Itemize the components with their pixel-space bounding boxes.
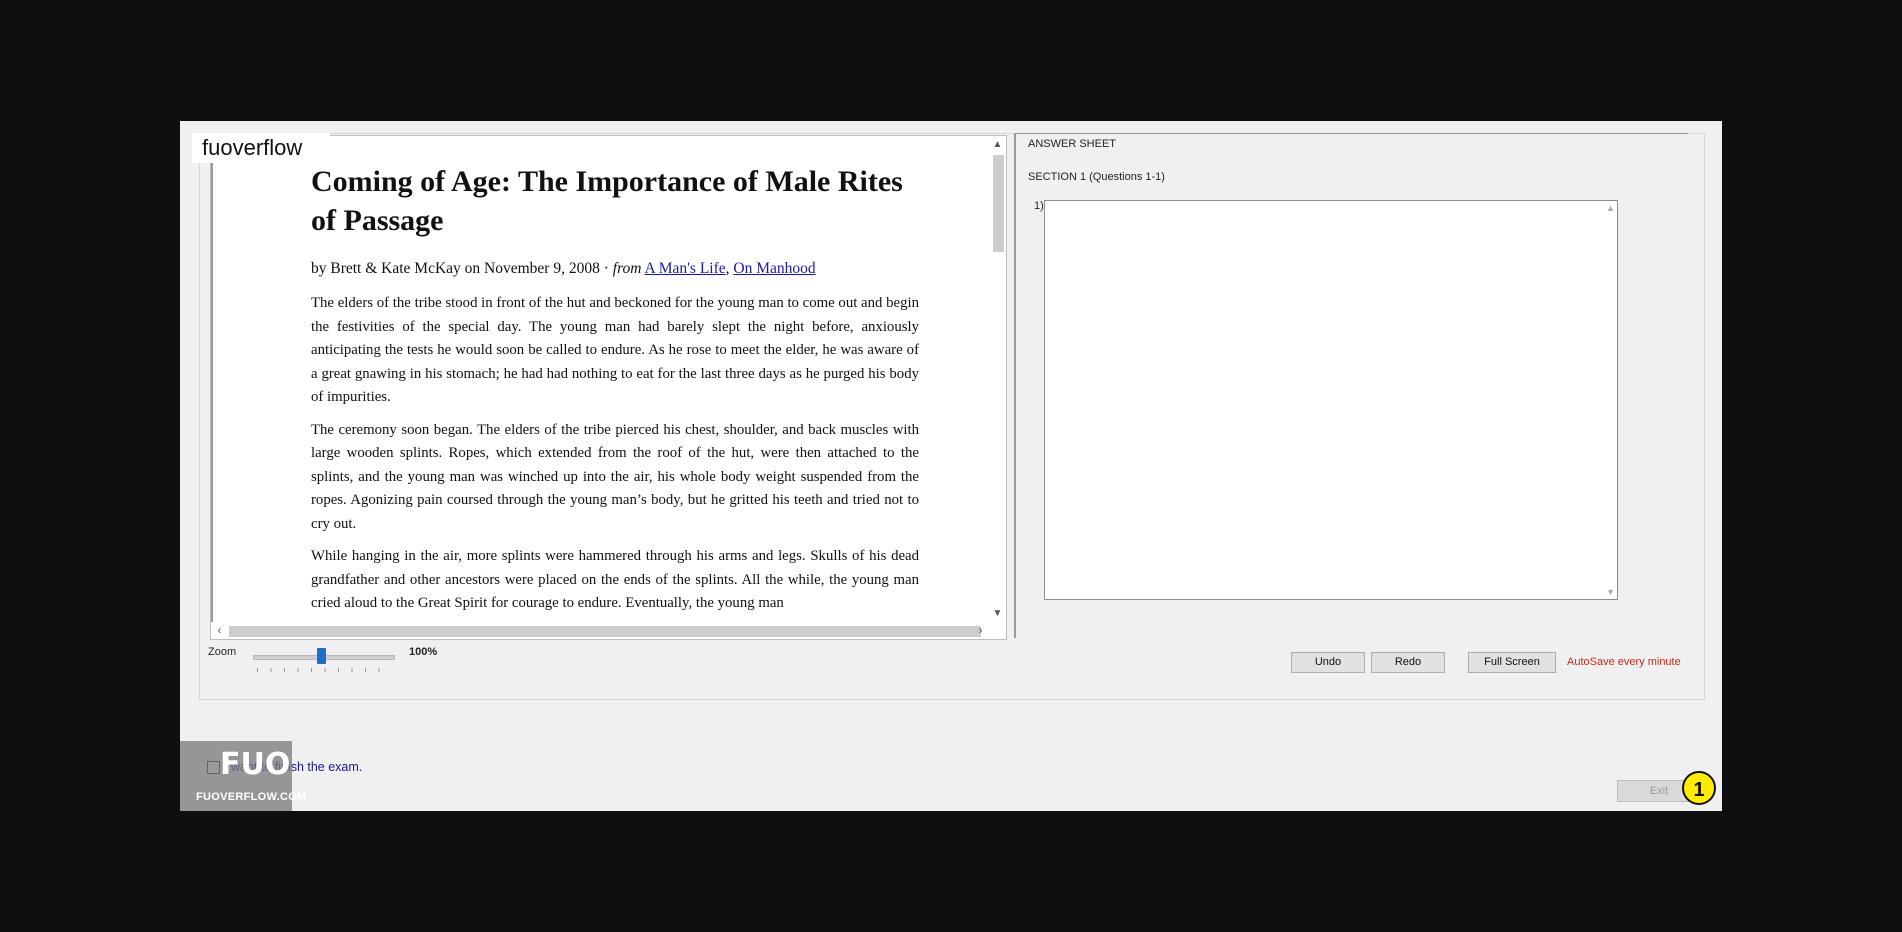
byline-from: from [612,260,642,277]
scroll-up-icon[interactable]: ▲ [989,136,1006,153]
link-a-mans-life[interactable]: A Man's Life [645,260,726,277]
exam-window: fuoverflow Coming of Age: The Importance… [180,121,1722,811]
zoom-value: 100% [409,646,438,658]
answer-scroll-down-icon[interactable]: ▼ [1606,587,1615,597]
article-paragraph-2: The ceremony soon began. The elders of t… [311,421,919,532]
undo-button[interactable]: Undo [1291,652,1365,673]
answer-scroll-up-icon[interactable]: ▲ [1606,203,1615,213]
zoom-slider-thumb[interactable] [317,648,326,664]
watermark-logo: FUO FUOVERFLOW.COM [180,741,306,811]
article: Coming of Age: The Importance of Male Ri… [311,162,919,622]
reading-viewport: Coming of Age: The Importance of Male Ri… [211,136,991,622]
answer-textarea[interactable]: ▲ ▼ [1044,200,1618,600]
scroll-left-icon[interactable]: ‹ [211,622,228,639]
watermark-logo-url: FUOVERFLOW.COM [196,791,307,803]
reader-vertical-scrollbar[interactable]: ▲ ▼ [989,136,1006,622]
link-on-manhood[interactable]: On Manhood [733,260,815,277]
full-screen-button[interactable]: Full Screen [1468,652,1556,673]
question-number: 1) [1034,200,1044,212]
reading-pane: Coming of Age: The Importance of Male Ri… [210,135,1007,640]
zoom-label: Zoom [208,646,237,658]
step-badge: 1 [1682,771,1716,805]
horizontal-scroll-thumb[interactable] [229,626,981,637]
byline: by Brett & Kate McKay on November 9, 200… [311,260,919,278]
redo-button[interactable]: Redo [1371,652,1445,673]
answer-sheet-title: ANSWER SHEET [1028,138,1117,150]
article-title: Coming of Age: The Importance of Male Ri… [311,165,903,237]
watermark-logo-text: FUO [220,747,291,782]
brand-label: fuoverflow [192,133,330,163]
section-title: SECTION 1 (Questions 1-1) [1028,171,1165,183]
vertical-scroll-thumb[interactable] [993,155,1004,252]
article-paragraph-3: While hanging in the air, more splints w… [311,548,919,611]
scroll-right-icon[interactable]: › [972,622,989,639]
article-paragraph-1: The elders of the tribe stood in front o… [311,295,919,405]
zoom-slider-ticks [257,668,392,672]
scroll-down-icon[interactable]: ▼ [989,605,1006,622]
byline-author: by Brett & Kate McKay on November 9, 200… [311,260,613,277]
answer-sheet-panel: ANSWER SHEET SECTION 1 (Questions 1-1) 1… [1014,133,1688,638]
reader-horizontal-scrollbar[interactable]: ‹ › [211,622,989,639]
autosave-notice: AutoSave every minute [1567,656,1681,668]
